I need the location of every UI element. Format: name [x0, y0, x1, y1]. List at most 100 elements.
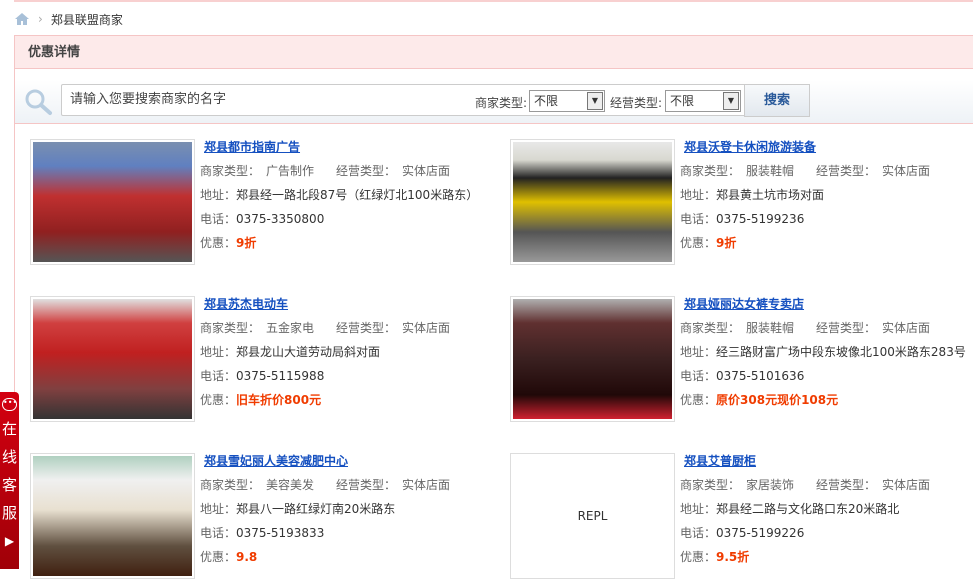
business-type-label: 经营类型： [816, 478, 877, 492]
address-label: 地址： [680, 345, 717, 359]
merchant-photo[interactable]: REPL [510, 453, 675, 579]
merchant-type-value: 家居装饰 [746, 478, 795, 492]
address-value: 郑县八一路红绿灯南20米路东 [236, 502, 396, 516]
discount-label: 优惠： [680, 393, 717, 407]
phone-label: 电话： [680, 369, 717, 383]
phone-value: 0375-5199236 [716, 212, 805, 226]
business-type-value: 实体店面 [882, 478, 931, 492]
merchant-name-link[interactable]: 郑县娅丽达女裤专卖店 [680, 296, 966, 312]
merchant-discount: 优惠：9.5折 [680, 545, 930, 569]
merchant-photo[interactable] [510, 296, 675, 422]
chevron-down-icon[interactable]: ▼ [723, 92, 739, 110]
business-type-label: 经营类型： [336, 478, 397, 492]
discount-value: 9.8 [236, 550, 258, 564]
merchant-types: 商家类型： 家居装饰 经营类型： 实体店面 [680, 473, 930, 497]
merchant-discount: 优惠：旧车折价800元 [200, 388, 450, 412]
merchant-type-label: 商家类型: [475, 96, 528, 110]
discount-label: 优惠： [200, 550, 237, 564]
merchant-name-link[interactable]: 郑县苏杰电动车 [200, 296, 450, 312]
merchant-types: 商家类型： 服装鞋帽 经营类型： 实体店面 [680, 316, 966, 340]
business-type-label: 经营类型: [610, 96, 663, 110]
merchant-discount: 优惠：原价308元现价108元 [680, 388, 966, 412]
merchant-type-label: 商家类型： [680, 478, 741, 492]
address-value: 郑县黄土坑市场对面 [716, 188, 825, 202]
merchant-address: 地址：郑县经二路与文化路口东20米路北 [680, 497, 930, 521]
merchant-types: 商家类型： 美容美发 经营类型： 实体店面 [200, 473, 450, 497]
breadcrumb-current: 郑县联盟商家 [50, 12, 123, 27]
address-label: 地址： [200, 502, 237, 516]
search-bar: 请输入您要搜索商家的名字 商家类型: 不限 ▼ 经营类型: 不限 ▼ 搜索 [15, 80, 973, 124]
merchant-card: 郑县沃登卡休闲旅游装备 商家类型： 服装鞋帽 经营类型： 实体店面 地址：郑县黄土坑市… [510, 139, 970, 269]
business-type-value: 实体店面 [882, 321, 931, 335]
top-border [14, 0, 973, 2]
address-label: 地址： [200, 345, 237, 359]
discount-label: 优惠： [680, 550, 717, 564]
merchant-type-label: 商家类型： [680, 164, 741, 178]
phone-value: 0375-3350800 [236, 212, 325, 226]
chevron-down-icon[interactable]: ▼ [587, 92, 603, 110]
merchant-address: 地址：郑县八一路红绿灯南20米路东 [200, 497, 450, 521]
merchant-photo[interactable] [30, 296, 195, 422]
merchant-photo[interactable] [30, 453, 195, 579]
merchant-phone: 电话：0375-5199236 [680, 207, 930, 231]
merchant-name-link[interactable]: 郑县艾普厨柜 [680, 453, 930, 469]
play-arrow-icon: ▶ [4, 534, 15, 548]
merchant-photo[interactable] [30, 139, 195, 265]
business-type-value: 实体店面 [402, 164, 451, 178]
address-label: 地址： [680, 502, 717, 516]
merchant-address: 地址：郑县龙山大道劳动局斜对面 [200, 340, 450, 364]
merchant-name-link[interactable]: 郑县沃登卡休闲旅游装备 [680, 139, 930, 155]
business-type-select[interactable]: 不限 ▼ [665, 90, 741, 112]
discount-label: 优惠： [680, 236, 717, 250]
merchant-phone: 电话：0375-5199226 [680, 521, 930, 545]
merchant-photo[interactable] [510, 139, 675, 265]
discount-value: 9.5折 [716, 550, 750, 564]
address-label: 地址： [200, 188, 237, 202]
online-service-button[interactable]: ••• 在线客服 ▶ [0, 392, 19, 569]
address-value: 经三路财富广场中段东坡像北100米路东283号 [716, 345, 966, 359]
merchant-card: 郑县都市指南广告 商家类型： 广告制作 经营类型： 实体店面 地址：郑县经一路北段87… [30, 139, 490, 269]
discount-label: 优惠： [200, 393, 237, 407]
section-title: 优惠详情 [15, 35, 973, 69]
merchant-types: 商家类型： 五金家电 经营类型： 实体店面 [200, 316, 450, 340]
breadcrumb: › 郑县联盟商家 [14, 10, 123, 28]
merchant-card: 郑县娅丽达女裤专卖店 商家类型： 服装鞋帽 经营类型： 实体店面 地址：经三路财富广场… [510, 296, 970, 426]
discount-value: 原价308元现价108元 [716, 393, 839, 407]
phone-label: 电话： [200, 526, 237, 540]
merchant-type-select[interactable]: 不限 ▼ [529, 90, 605, 112]
phone-label: 电话： [200, 212, 237, 226]
merchant-type-label: 商家类型： [200, 164, 261, 178]
merchant-type-label: 商家类型： [680, 321, 741, 335]
phone-value: 0375-5193833 [236, 526, 325, 540]
merchant-address: 地址：郑县黄土坑市场对面 [680, 183, 930, 207]
merchant-types: 商家类型： 服装鞋帽 经营类型： 实体店面 [680, 159, 930, 183]
phone-value: 0375-5199226 [716, 526, 805, 540]
merchant-card: 郑县雪妃丽人美容减肥中心 商家类型： 美容美发 经营类型： 实体店面 地址：郑县八一路… [30, 453, 490, 583]
search-button[interactable]: 搜索 [744, 84, 810, 117]
merchant-phone: 电话：0375-5115988 [200, 364, 450, 388]
merchant-type-value: 广告制作 [266, 164, 315, 178]
discount-value: 旧车折价800元 [236, 393, 322, 407]
business-type-label: 经营类型： [816, 164, 877, 178]
address-value: 郑县经二路与文化路口东20米路北 [716, 502, 900, 516]
business-type-value: 不限 [670, 94, 695, 108]
merchant-discount: 优惠：9折 [200, 231, 478, 255]
online-service-label: 在线客服 [2, 420, 18, 522]
merchant-type-value: 服装鞋帽 [746, 321, 795, 335]
business-type-value: 实体店面 [882, 164, 931, 178]
discount-value: 9折 [236, 236, 257, 250]
search-icon [25, 89, 52, 115]
business-type-value: 实体店面 [402, 321, 451, 335]
phone-label: 电话： [680, 526, 717, 540]
merchant-discount: 优惠：9折 [680, 231, 930, 255]
merchant-phone: 电话：0375-3350800 [200, 207, 478, 231]
merchant-type-label: 商家类型： [200, 478, 261, 492]
business-type-value: 实体店面 [402, 478, 451, 492]
discount-value: 9折 [716, 236, 737, 250]
merchant-name-link[interactable]: 郑县都市指南广告 [200, 139, 478, 155]
home-icon[interactable] [14, 12, 30, 26]
merchant-name-link[interactable]: 郑县雪妃丽人美容减肥中心 [200, 453, 450, 469]
phone-label: 电话： [680, 212, 717, 226]
merchant-type-label: 商家类型： [200, 321, 261, 335]
merchant-card: REPL 郑县艾普厨柜 商家类型： 家居装饰 经营类型： 实体店面 地址：郑县经二路与… [510, 453, 970, 583]
